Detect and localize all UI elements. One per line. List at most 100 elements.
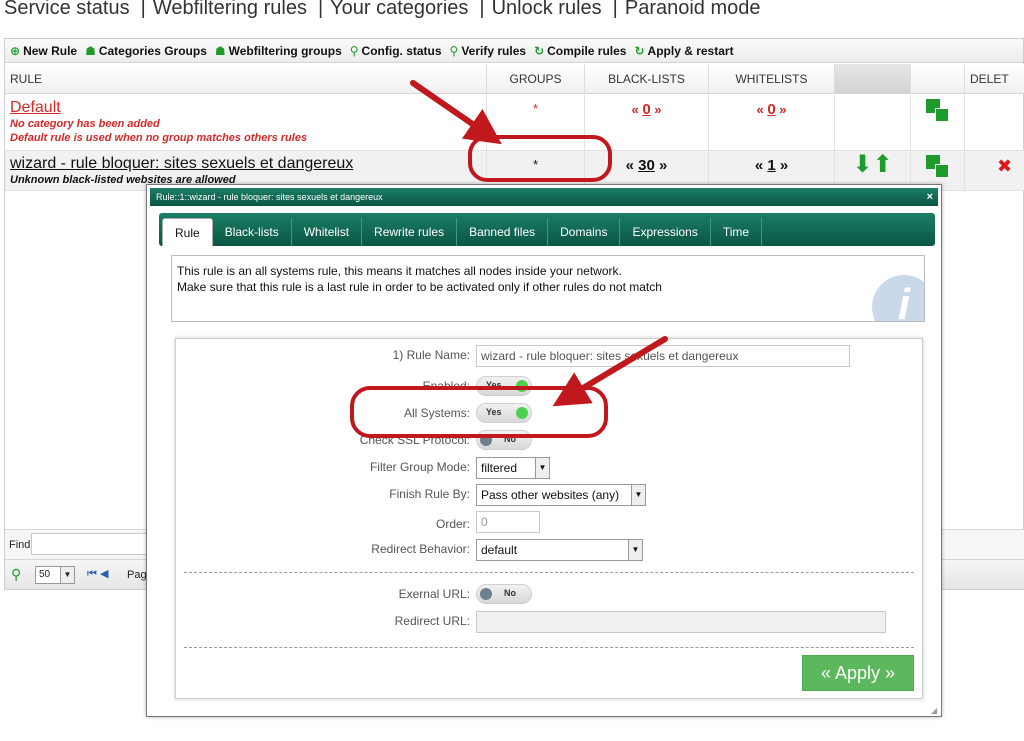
nav-separator: |	[612, 0, 618, 19]
top-navigation: Service status | Webfiltering rules | Your c…	[4, 0, 761, 25]
blacklists-link[interactable]: « 0 »	[585, 95, 708, 118]
blacklists-count: 30	[638, 157, 655, 174]
header-rule[interactable]: RULE	[5, 64, 487, 94]
header-groups[interactable]: GROUPS	[487, 64, 585, 94]
tab-rule[interactable]: Rule	[162, 218, 213, 246]
ssl-row: Check SSL Protocol: No	[176, 430, 924, 452]
per-page-select[interactable]: 50 ▼	[35, 566, 75, 584]
ssl-label: Check SSL Protocol:	[359, 433, 470, 447]
config-status-button[interactable]: ⚲ Config. status	[350, 44, 442, 58]
nav-webfiltering-rules[interactable]: Webfiltering rules	[153, 0, 307, 19]
search-icon: ⚲	[349, 43, 359, 58]
move-down-icon[interactable]: ⬇	[852, 151, 872, 178]
filter-mode-select[interactable]: filtered ▼	[476, 457, 550, 479]
nav-separator: |	[479, 0, 485, 19]
compile-rules-button[interactable]: ↻ Compile rules	[534, 44, 626, 58]
categories-groups-button[interactable]: ☗ Categories Groups	[85, 44, 207, 58]
dialog-titlebar[interactable]: Rule::1::wizard - rule bloquer: sites se…	[150, 188, 938, 206]
apply-button[interactable]: « Apply »	[802, 655, 914, 691]
groups-value[interactable]: *	[487, 95, 584, 116]
groups-value[interactable]: *	[487, 151, 584, 172]
external-url-label: Exernal URL:	[398, 587, 470, 601]
rule-note: Default rule is used when no group match…	[10, 132, 308, 144]
users-icon: ☗	[214, 43, 226, 58]
dialog-title: Rule::1::wizard - rule bloquer: sites se…	[156, 192, 383, 202]
nav-service-status[interactable]: Service status	[4, 0, 130, 19]
verify-rules-button[interactable]: ⚲ Verify rules	[450, 44, 527, 58]
duplicate-icon[interactable]	[925, 155, 950, 179]
rule-name-row: 1) Rule Name: wizard - rule bloquer: sit…	[176, 345, 924, 367]
delete-icon[interactable]: ✖	[997, 156, 1012, 176]
chevron-down-icon: ▼	[535, 458, 549, 478]
whitelists-link[interactable]: « 0 »	[709, 95, 834, 118]
external-url-toggle[interactable]: No	[476, 584, 532, 604]
quote-close: »	[779, 102, 787, 117]
rule-form: 1) Rule Name: wizard - rule bloquer: sit…	[175, 338, 923, 699]
quote-open: «	[631, 102, 639, 117]
tab-black-lists[interactable]: Black-lists	[213, 218, 292, 246]
apply-restart-button[interactable]: ↻ Apply & restart	[634, 44, 733, 58]
ssl-toggle[interactable]: No	[476, 430, 532, 450]
ssl-value: No	[504, 434, 516, 444]
blacklists-link[interactable]: « 30 »	[585, 151, 708, 174]
close-icon[interactable]: ×	[927, 188, 933, 206]
redirect-behavior-select[interactable]: default ▼	[476, 539, 643, 561]
finish-rule-row: Finish Rule By: Pass other websites (any…	[176, 484, 924, 506]
header-blacklists[interactable]: BLACK-LISTS	[585, 64, 709, 94]
webfiltering-groups-button[interactable]: ☗ Webfiltering groups	[215, 44, 342, 58]
nav-separator: |	[317, 0, 324, 19]
groups-cell: *	[487, 95, 585, 150]
nav-your-categories[interactable]: Your categories	[330, 0, 468, 19]
enabled-toggle[interactable]: Yes	[476, 376, 532, 396]
tab-time[interactable]: Time	[711, 218, 763, 246]
new-rule-button[interactable]: ⊕ New Rule	[10, 44, 77, 58]
whitelists-link[interactable]: « 1 »	[709, 151, 834, 174]
tab-domains[interactable]: Domains	[548, 218, 621, 246]
table-row: Default No category has been added Defau…	[5, 95, 1024, 151]
all-systems-toggle[interactable]: Yes	[476, 403, 532, 423]
quote-close: »	[659, 157, 668, 174]
redirect-url-input[interactable]	[476, 611, 886, 633]
order-input[interactable]: 0	[476, 511, 540, 533]
tab-banned-files[interactable]: Banned files	[457, 218, 549, 246]
quote-open: «	[756, 102, 764, 117]
rule-name-input[interactable]: wizard - rule bloquer: sites sexuels et …	[476, 345, 850, 367]
finish-rule-select[interactable]: Pass other websites (any) ▼	[476, 484, 646, 506]
all-systems-row: All Systems: Yes	[176, 403, 924, 425]
rule-name-label: 1) Rule Name:	[392, 348, 470, 362]
info-text: Make sure that this rule is a last rule …	[177, 280, 662, 294]
users-icon: ☗	[85, 43, 96, 58]
search-icon[interactable]: ⚲	[11, 566, 21, 583]
tab-whitelist[interactable]: Whitelist	[292, 218, 363, 246]
move-up-icon[interactable]: ⬆	[873, 151, 893, 178]
rule-dialog: Rule::1::wizard - rule bloquer: sites se…	[146, 184, 942, 717]
find-input[interactable]	[31, 533, 161, 555]
redirect-behavior-value: default	[481, 543, 518, 557]
nav-unlock-rules[interactable]: Unlock rules	[492, 0, 602, 19]
chevron-down-icon: ▼	[631, 485, 645, 505]
nav-paranoid-mode[interactable]: Paranoid mode	[625, 0, 761, 19]
header-delete[interactable]: DELET	[965, 64, 1024, 94]
tab-rewrite-rules[interactable]: Rewrite rules	[362, 218, 458, 246]
enabled-value: Yes	[486, 380, 502, 390]
quote-close: »	[654, 102, 662, 117]
webfiltering-groups-label: Webfiltering groups	[228, 43, 342, 58]
header-whitelists[interactable]: WHITELISTS	[709, 64, 835, 94]
rule-title-link[interactable]: Default	[10, 99, 481, 117]
order-row: Order: 0	[176, 511, 924, 533]
search-icon: ⚲	[449, 43, 459, 58]
per-page-value: 50	[39, 569, 51, 580]
whitelists-count: 0	[767, 101, 776, 118]
blacklists-cell: « 0 »	[585, 95, 709, 150]
resize-grip-icon[interactable]: ◢	[931, 706, 939, 715]
duplicate-icon[interactable]	[925, 99, 950, 123]
header-move[interactable]	[835, 64, 911, 94]
filter-mode-row: Filter Group Mode: filtered ▼	[176, 457, 924, 479]
first-page-icon[interactable]: ⏮ ◀	[87, 567, 108, 581]
rule-title-link[interactable]: wizard - rule bloquer: sites sexuels et …	[10, 155, 481, 173]
tab-expressions[interactable]: Expressions	[620, 218, 711, 246]
order-label: Order:	[435, 517, 470, 531]
whitelists-count: 1	[767, 157, 776, 174]
blacklists-count: 0	[642, 101, 651, 118]
chevron-down-icon: ▼	[60, 567, 74, 583]
